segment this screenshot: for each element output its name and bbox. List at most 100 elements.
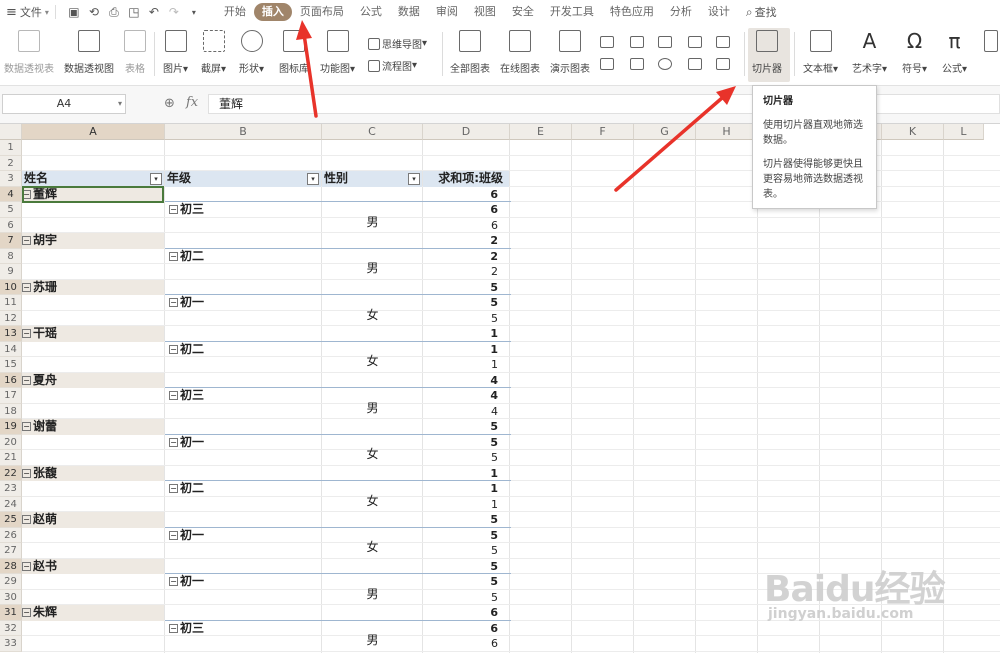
collapse-icon[interactable]: − (22, 608, 31, 617)
pivot-name-cell[interactable]: − 赵萌 (22, 512, 164, 528)
pivot-grade-cell[interactable]: − 初三 (169, 388, 320, 404)
column-header-h[interactable]: H (696, 124, 758, 140)
table-button[interactable]: 表格 (124, 30, 146, 75)
row-header-28[interactable]: 28 (0, 558, 22, 574)
pivot-name-cell[interactable]: − 朱辉 (22, 605, 164, 621)
row-header-30[interactable]: 30 (0, 589, 22, 605)
column-header-l[interactable]: L (944, 124, 984, 140)
collapse-icon[interactable]: − (22, 515, 31, 524)
column-header-a[interactable]: A (22, 124, 165, 140)
row-header-22[interactable]: 22 (0, 465, 22, 481)
filter-dropdown-icon[interactable]: ▾ (150, 173, 162, 185)
row-header-2[interactable]: 2 (0, 155, 22, 171)
row-header-8[interactable]: 8 (0, 248, 22, 264)
name-box[interactable]: A4 ▾ (2, 94, 126, 114)
column-header-e[interactable]: E (510, 124, 572, 140)
slicer-button[interactable]: 切片器 (752, 30, 782, 75)
undo-history-icon[interactable]: ⟲ (86, 4, 102, 20)
bar-chart-horizontal-icon[interactable] (630, 36, 644, 48)
pivot-grade-cell[interactable]: − 初三 (169, 202, 320, 218)
pivot-name-cell[interactable]: − 张馥 (22, 465, 164, 481)
tab-data[interactable]: 数据 (390, 3, 428, 21)
pivot-grade-cell[interactable]: − 初一 (169, 435, 320, 451)
tab-view[interactable]: 视图 (466, 3, 504, 21)
pivot-name-cell[interactable]: − 胡宇 (22, 233, 164, 249)
online-charts-button[interactable]: 在线图表 (500, 30, 540, 75)
row-header-27[interactable]: 27 (0, 543, 22, 559)
row-header-26[interactable]: 26 (0, 527, 22, 543)
pivot-chart-button[interactable]: 数据透视图 (64, 30, 114, 75)
header-gender[interactable]: 性别 (322, 171, 422, 187)
line-chart-icon[interactable] (658, 36, 672, 48)
tab-page-layout[interactable]: 页面布局 (292, 3, 352, 21)
row-header-10[interactable]: 10 (0, 279, 22, 295)
tab-special-apps[interactable]: 特色应用 (602, 3, 662, 21)
collapse-icon[interactable]: − (22, 329, 31, 338)
more-button[interactable] (984, 30, 998, 52)
row-header-7[interactable]: 7 (0, 233, 22, 249)
print-preview-icon[interactable]: ◳ (126, 4, 142, 20)
radar-chart-icon[interactable] (688, 36, 702, 48)
row-header-9[interactable]: 9 (0, 264, 22, 280)
collapse-icon[interactable]: − (169, 298, 178, 307)
row-header-16[interactable]: 16 (0, 372, 22, 388)
row-header-31[interactable]: 31 (0, 605, 22, 621)
collapse-icon[interactable]: − (22, 282, 31, 292)
shape-button[interactable]: 形状▾ (239, 30, 264, 75)
column-header-c[interactable]: C (322, 124, 423, 140)
pivot-name-cell[interactable]: − 干瑶 (22, 326, 164, 342)
customize-quick-access-icon[interactable]: ▾ (186, 4, 202, 20)
tab-security[interactable]: 安全 (504, 3, 542, 21)
all-charts-button[interactable]: 全部图表 (450, 30, 490, 75)
row-header-24[interactable]: 24 (0, 496, 22, 512)
row-header-4[interactable]: 4 (0, 186, 22, 202)
collapse-icon[interactable]: − (169, 437, 178, 447)
collapse-icon[interactable]: − (169, 205, 178, 214)
file-menu[interactable]: ≡ 文件 ▾ (6, 2, 49, 22)
pivot-grade-cell[interactable]: − 初三 (169, 621, 320, 637)
pivot-name-cell[interactable]: − 苏珊 (22, 279, 164, 295)
row-header-32[interactable]: 32 (0, 620, 22, 636)
flowchart-button[interactable]: 流程图 ▾ (368, 58, 417, 73)
column-chart-icon[interactable] (600, 36, 614, 48)
row-header-21[interactable]: 21 (0, 450, 22, 466)
column-header-k[interactable]: K (882, 124, 944, 140)
row-header-25[interactable]: 25 (0, 512, 22, 528)
tab-developer[interactable]: 开发工具 (542, 3, 602, 21)
collapse-icon[interactable]: − (169, 251, 178, 261)
zoom-icon[interactable]: ⊕ (164, 96, 175, 111)
pivot-name-cell[interactable]: − 夏舟 (22, 372, 164, 388)
collapse-icon[interactable]: − (22, 236, 31, 245)
mindmap-button[interactable]: 思维导图 ▾ (368, 36, 427, 51)
tab-analyze[interactable]: 分析 (662, 3, 700, 21)
row-header-5[interactable]: 5 (0, 202, 22, 218)
row-header-23[interactable]: 23 (0, 481, 22, 497)
save-icon[interactable]: ▣ (66, 4, 82, 20)
header-grade[interactable]: 年级 (165, 171, 321, 187)
row-header-33[interactable]: 33 (0, 636, 22, 652)
icon-library-button[interactable]: 图标库 (279, 30, 309, 75)
tab-insert[interactable]: 插入 (253, 3, 292, 21)
tab-review[interactable]: 审阅 (428, 3, 466, 21)
stock-chart-icon[interactable] (600, 58, 614, 70)
filter-dropdown-icon[interactable]: ▾ (408, 173, 420, 185)
row-header-18[interactable]: 18 (0, 403, 22, 419)
tab-start[interactable]: 开始 (216, 3, 254, 21)
row-header-14[interactable]: 14 (0, 341, 22, 357)
collapse-icon[interactable]: − (22, 561, 31, 571)
fx-icon[interactable]: fx (186, 95, 198, 110)
row-header-19[interactable]: 19 (0, 419, 22, 435)
pivot-grade-cell[interactable]: − 初二 (169, 249, 320, 265)
tab-design[interactable]: 设计 (700, 3, 738, 21)
pivot-table-button[interactable]: 数据透视表 (4, 30, 54, 75)
collapse-icon[interactable]: − (169, 530, 178, 540)
column-header-d[interactable]: D (423, 124, 510, 140)
row-header-15[interactable]: 15 (0, 357, 22, 373)
header-name[interactable]: 姓名 (22, 171, 164, 187)
row-header-3[interactable]: 3 (0, 171, 22, 187)
row-header-1[interactable]: 1 (0, 140, 22, 156)
row-header-6[interactable]: 6 (0, 217, 22, 233)
collapse-icon[interactable]: − (169, 484, 178, 493)
screenshot-button[interactable]: 截屏▾ (201, 30, 226, 75)
formula-input[interactable]: 董辉 (208, 94, 1000, 114)
